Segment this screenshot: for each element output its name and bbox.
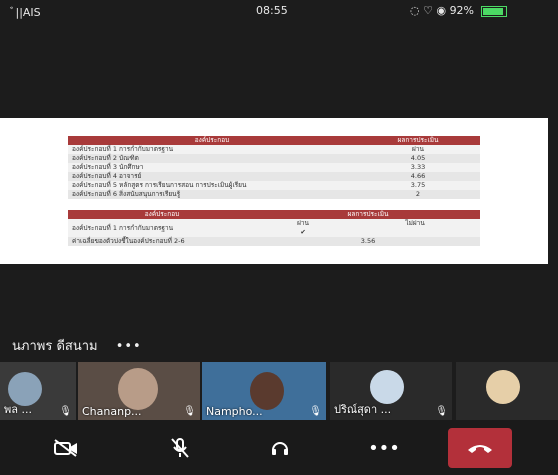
table-header-result: ผลการประเมิน <box>356 136 480 145</box>
hangup-icon <box>468 445 492 453</box>
subheader-fail: ไม่ผ่าน <box>350 219 480 237</box>
table-header-component: องค์ประกอบ <box>68 136 356 145</box>
end-call-button[interactable] <box>448 428 512 468</box>
table-row: องค์ประกอบที่ 1 การกำกับมาตรฐาน ผ่าน <box>68 145 480 154</box>
clock: 08:55 <box>256 4 288 17</box>
check-icon: ✔ <box>300 228 306 236</box>
avatar <box>486 370 520 404</box>
status-icons: ◌ ♡ ◉ <box>410 4 450 17</box>
summary-table: องค์ประกอบ ผลการประเมิน องค์ประกอบที่ 1 … <box>68 210 480 246</box>
camera-off-icon <box>54 439 77 457</box>
camera-off-button[interactable] <box>38 428 94 468</box>
mic-off-icon <box>171 438 189 458</box>
mic-muted-icon: 🎙 <box>435 406 448 417</box>
shared-screen: องค์ประกอบ ผลการประเมิน องค์ประกอบที่ 1 … <box>0 118 548 264</box>
table-row: องค์ประกอบที่ 3 นักศึกษา 3.33 <box>68 163 480 172</box>
participant-tile[interactable]: Nampho... 🎙 <box>202 362 326 420</box>
subheader-pass: ผ่าน <box>297 219 309 227</box>
participant-strip[interactable]: พล ... 🎙 Chananp... 🎙 Nampho... 🎙 ปริณ์ส… <box>0 362 558 420</box>
more-icon[interactable]: ••• <box>116 339 142 354</box>
avatar <box>370 370 404 404</box>
mic-muted-icon: 🎙 <box>59 406 72 417</box>
mic-muted-icon: 🎙 <box>183 406 196 417</box>
mute-button[interactable] <box>152 428 208 468</box>
table-row: องค์ประกอบที่ 6 สิ่งสนับสนุนการเรียนรู้ 2 <box>68 190 480 199</box>
avatar <box>118 368 158 410</box>
headset-icon <box>272 442 288 455</box>
status-bar: ﾞ||AIS 08:55 ◌ ♡ ◉ 92% <box>0 0 558 22</box>
participant-tile[interactable]: พล ... 🎙 <box>0 362 76 420</box>
participant-tile[interactable]: Chananp... 🎙 <box>78 362 200 420</box>
participant-tile[interactable] <box>456 362 558 420</box>
table-row: องค์ประกอบที่ 5 หลักสูตร การเรียนการสอน … <box>68 181 480 190</box>
table-row: องค์ประกอบที่ 2 บัณฑิต 4.05 <box>68 154 480 163</box>
table-row: องค์ประกอบที่ 4 อาจารย์ 4.66 <box>68 172 480 181</box>
carrier-label: ﾞ||AIS <box>10 6 41 19</box>
call-controls: ••• <box>0 420 558 475</box>
battery-icon <box>480 5 507 17</box>
speaker-name: นภาพร ดีสนาม <box>12 339 98 354</box>
summary-header-result: ผลการประเมิน <box>256 210 480 219</box>
more-button[interactable]: ••• <box>356 428 412 468</box>
battery-percent: 92% <box>449 4 475 17</box>
table-row: องค์ประกอบที่ 1 การกำกับมาตรฐาน ผ่าน ✔ ไ… <box>68 219 480 237</box>
assessment-table: องค์ประกอบ ผลการประเมิน องค์ประกอบที่ 1 … <box>68 136 480 199</box>
participant-tile[interactable]: ปริณ์สุดา ... 🎙 <box>330 362 452 420</box>
audio-button[interactable] <box>252 428 308 468</box>
table-row: ค่าเฉลี่ยของตัวบ่งชี้ในองค์ประกอบที่ 2-6… <box>68 237 480 246</box>
mic-muted-icon: 🎙 <box>309 406 322 417</box>
status-right: ◌ ♡ ◉ 92% <box>410 4 507 17</box>
summary-header-component: องค์ประกอบ <box>68 210 256 219</box>
speaker-name-chip[interactable]: นภาพร ดีสนาม ••• <box>12 335 142 356</box>
